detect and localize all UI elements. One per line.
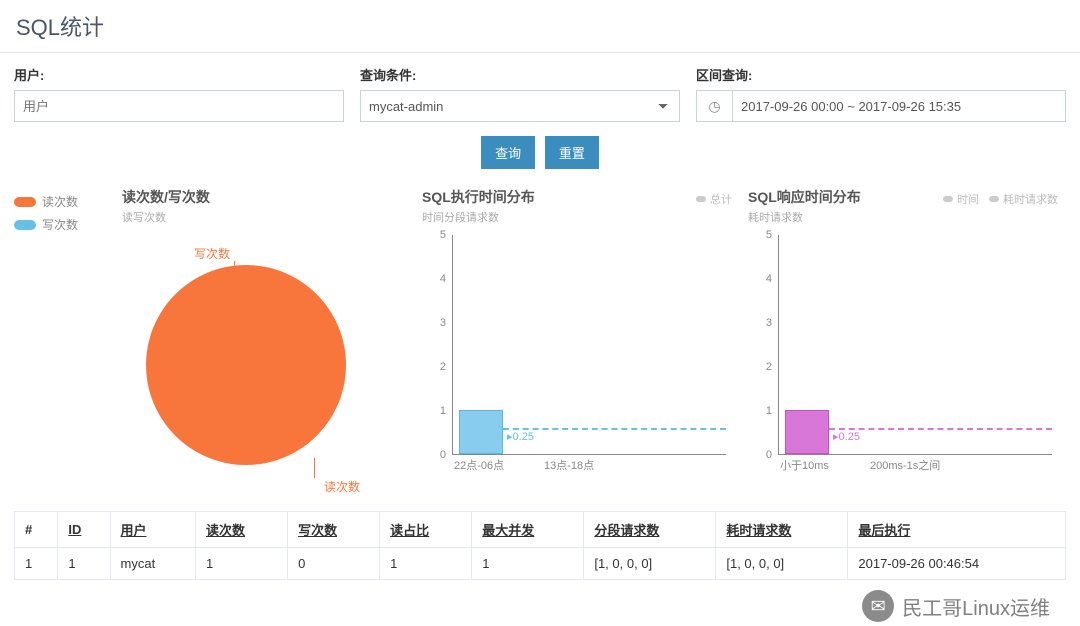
cell-seg: [1, 0, 0, 0] [584,548,716,580]
th-seg[interactable]: 分段请求数 [584,512,716,548]
pie-label-writes: 写次数 [194,245,230,262]
th-cost[interactable]: 耗时请求数 [716,512,848,548]
legend-reads: 读次数 [42,193,78,210]
cell-reads: 1 [195,548,287,580]
cell-user: mycat [110,548,195,580]
legend-swatch-reads [14,197,36,207]
bar2-xlab-0: 小于10ms [778,457,868,475]
bar1-chart: 5 4 3 2 1 0 ▸0.25 22点-06点 13点-18点 [422,235,732,475]
bar1-toggle[interactable]: 总计 [696,191,732,207]
th-last[interactable]: 最后执行 [848,512,1066,548]
legend-swatch-writes [14,220,36,230]
clock-icon: ◷ [696,90,732,122]
pie-slice-reads [146,265,346,465]
th-reads[interactable]: 读次数 [195,512,287,548]
pie-chart: 写次数 读次数 [134,235,394,495]
watermark-text: 民工哥Linux运维 [902,592,1050,621]
bar2-sub: 耗时请求数 [748,209,861,225]
pie-label-reads: 读次数 [324,478,360,495]
th-user[interactable]: 用户 [110,512,195,548]
bar2-title: SQL响应时间分布 [748,187,861,207]
bar1-sub: 时间分段请求数 [422,209,535,225]
cell-cost: [1, 0, 0, 0] [716,548,848,580]
bar1-bar-0 [459,410,503,454]
th-concurrency[interactable]: 最大并发 [472,512,584,548]
watermark: ✉ 民工哥Linux运维 [862,590,1050,622]
bar2-xlab-1: 200ms-1s之间 [868,457,958,475]
cond-label: 查询条件: [360,65,680,84]
bar1-avg-label: 0.25 [513,431,534,443]
query-button[interactable]: 查询 [481,136,535,169]
cell-writes: 0 [288,548,380,580]
filter-bar: 用户: 查询条件: mycat-admin 区间查询: ◷ [0,53,1080,126]
th-writes[interactable]: 写次数 [288,512,380,548]
wechat-icon: ✉ [862,590,894,622]
pie-sub: 读写次数 [122,209,406,225]
cond-select[interactable]: mycat-admin [360,90,680,122]
table-header-row: # ID 用户 读次数 写次数 读占比 最大并发 分段请求数 耗时请求数 最后执… [15,512,1066,548]
page-title: SQL统计 [0,0,1080,53]
bar1-xlab-1: 13点-18点 [542,457,632,475]
bar1-title: SQL执行时间分布 [422,187,535,207]
bar2-chart: 5 4 3 2 1 0 ▸0.25 小于10ms 200ms-1s之间 [748,235,1058,475]
cell-ratio: 1 [380,548,472,580]
cell-num: 1 [15,548,58,580]
th-num[interactable]: # [15,512,58,548]
user-label: 用户: [14,65,344,84]
legend-writes: 写次数 [42,216,78,233]
table-row[interactable]: 1 1 mycat 1 0 1 1 [1, 0, 0, 0] [1, 0, 0,… [15,548,1066,580]
bar2-toggle[interactable]: 时间 耗时请求数 [943,191,1058,207]
bar1-xlab-0: 22点-06点 [452,457,542,475]
range-label: 区间查询: [696,65,1066,84]
th-id[interactable]: ID [58,512,110,548]
bar2-bar-0 [785,410,829,454]
user-input[interactable] [14,90,344,122]
results-table: # ID 用户 读次数 写次数 读占比 最大并发 分段请求数 耗时请求数 最后执… [14,511,1066,580]
legend: 读次数 写次数 [14,187,114,495]
cell-concurrency: 1 [472,548,584,580]
reset-button[interactable]: 重置 [545,136,599,169]
cell-id: 1 [58,548,110,580]
cell-last: 2017-09-26 00:46:54 [848,548,1066,580]
range-input[interactable] [732,90,1066,122]
th-ratio[interactable]: 读占比 [380,512,472,548]
bar2-avg-label: 0.25 [839,431,860,443]
pie-title: 读次数/写次数 [122,187,406,207]
